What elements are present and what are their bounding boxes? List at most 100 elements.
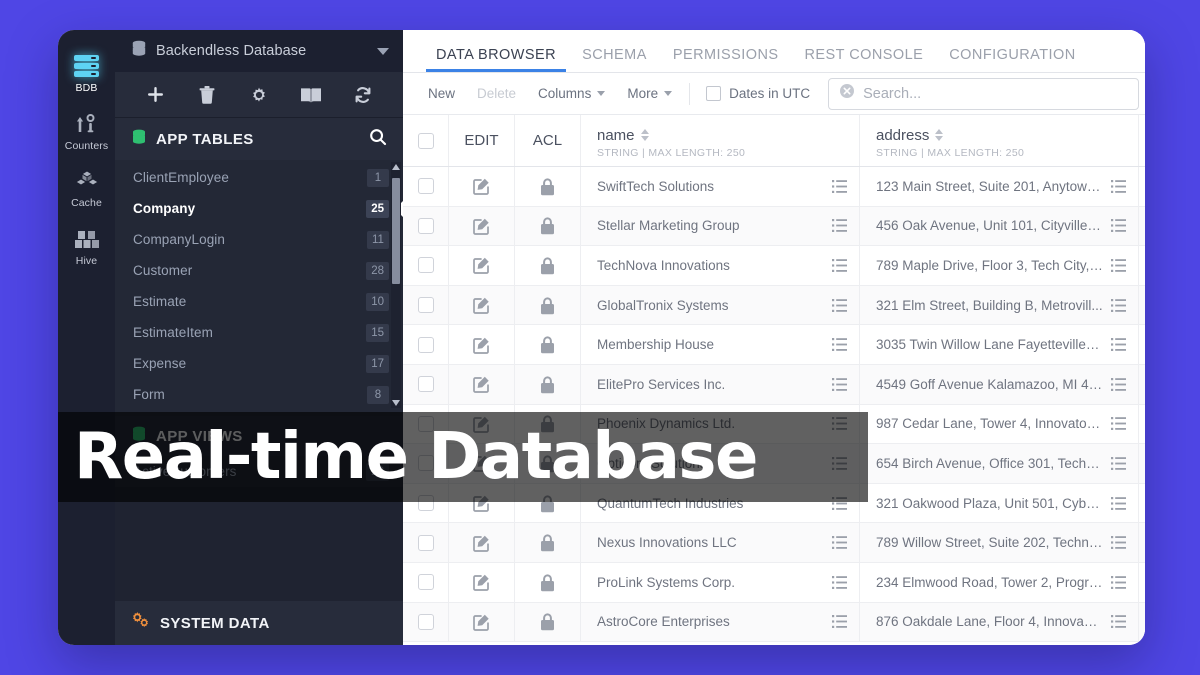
expand-cell-icon[interactable]	[1111, 258, 1126, 273]
dates-in-utc-toggle[interactable]: Dates in UTC	[696, 79, 820, 109]
expand-cell-icon[interactable]	[832, 377, 847, 392]
row-edit-cell[interactable]	[449, 563, 515, 602]
cell-name[interactable]: GlobalTronix Systems	[581, 286, 860, 325]
table-row[interactable]: ElitePro Services Inc.4549 Goff Avenue K…	[403, 365, 1145, 405]
cell-name[interactable]: ElitePro Services Inc.	[581, 365, 860, 404]
row-checkbox[interactable]	[418, 574, 434, 590]
cell-address[interactable]: 234 Elmwood Road, Tower 2, Progre...	[860, 563, 1139, 602]
row-edit-cell[interactable]	[449, 365, 515, 404]
lock-icon[interactable]	[539, 177, 556, 196]
new-button[interactable]: New	[417, 79, 466, 109]
system-data-section[interactable]: SYSTEM DATA	[115, 601, 403, 645]
edit-icon[interactable]	[472, 612, 492, 632]
row-acl-cell[interactable]	[515, 286, 581, 325]
row-edit-cell[interactable]	[449, 603, 515, 642]
table-row[interactable]: SwiftTech Solutions123 Main Street, Suit…	[403, 167, 1145, 207]
expand-cell-icon[interactable]	[832, 298, 847, 313]
cell-address[interactable]: 789 Willow Street, Suite 202, Techno...	[860, 523, 1139, 562]
row-checkbox[interactable]	[418, 337, 434, 353]
expand-cell-icon[interactable]	[832, 575, 847, 590]
table-list-item[interactable]: CompanyLogin 11	[115, 224, 403, 255]
cell-address[interactable]: 321 Elm Street, Building B, Metrovill...	[860, 286, 1139, 325]
row-checkbox[interactable]	[418, 376, 434, 392]
tab-permissions[interactable]: PERMISSIONS	[660, 47, 792, 72]
cell-name[interactable]: Membership House	[581, 325, 860, 364]
cell-name[interactable]: Stellar Marketing Group	[581, 207, 860, 246]
row-acl-cell[interactable]	[515, 207, 581, 246]
delete-table-button[interactable]	[192, 80, 222, 110]
row-select-cell[interactable]	[403, 286, 449, 325]
expand-cell-icon[interactable]	[1111, 218, 1126, 233]
row-edit-cell[interactable]	[449, 325, 515, 364]
cell-name[interactable]: ProLink Systems Corp.	[581, 563, 860, 602]
row-edit-cell[interactable]	[449, 286, 515, 325]
cell-address[interactable]: 321 Oakwood Plaza, Unit 501, Cyber...	[860, 484, 1139, 523]
columns-dropdown[interactable]: Columns	[527, 79, 616, 109]
select-all-checkbox[interactable]	[418, 133, 434, 149]
edit-icon[interactable]	[472, 374, 492, 394]
select-all-cell[interactable]	[403, 115, 449, 166]
cell-address[interactable]: 3035 Twin Willow Lane Fayetteville, ...	[860, 325, 1139, 364]
add-table-button[interactable]	[140, 80, 170, 110]
rail-item-bdb[interactable]: BDB	[58, 44, 115, 102]
dates-in-utc-checkbox[interactable]	[706, 86, 721, 101]
edit-icon[interactable]	[472, 335, 492, 355]
row-select-cell[interactable]	[403, 563, 449, 602]
expand-cell-icon[interactable]	[832, 179, 847, 194]
edit-icon[interactable]	[472, 216, 492, 236]
expand-cell-icon[interactable]	[832, 218, 847, 233]
row-select-cell[interactable]	[403, 523, 449, 562]
row-checkbox[interactable]	[418, 218, 434, 234]
expand-cell-icon[interactable]	[832, 614, 847, 629]
row-checkbox[interactable]	[418, 178, 434, 194]
table-list-item[interactable]: Estimate 10	[115, 286, 403, 317]
cell-address[interactable]: 876 Oakdale Lane, Floor 4, Innovavill...	[860, 603, 1139, 642]
search-input[interactable]	[863, 86, 1128, 102]
expand-cell-icon[interactable]	[1111, 416, 1126, 431]
row-acl-cell[interactable]	[515, 603, 581, 642]
expand-cell-icon[interactable]	[1111, 614, 1126, 629]
edit-icon[interactable]	[472, 572, 492, 592]
row-acl-cell[interactable]	[515, 523, 581, 562]
chevron-down-icon[interactable]	[377, 48, 389, 55]
expand-cell-icon[interactable]	[832, 258, 847, 273]
table-list-item[interactable]: Company 25	[115, 193, 403, 224]
scroll-down-icon[interactable]	[392, 400, 400, 406]
delete-button[interactable]: Delete	[466, 79, 527, 109]
cell-address[interactable]: 654 Birch Avenue, Office 301, Techto...	[860, 444, 1139, 483]
search-box[interactable]	[828, 78, 1139, 110]
table-list-item[interactable]: EstimateItem 15	[115, 317, 403, 348]
edit-icon[interactable]	[472, 255, 492, 275]
tables-scrollbar[interactable]	[391, 162, 401, 408]
row-select-cell[interactable]	[403, 207, 449, 246]
scroll-up-icon[interactable]	[392, 164, 400, 170]
expand-cell-icon[interactable]	[1111, 377, 1126, 392]
lock-icon[interactable]	[539, 256, 556, 275]
scrollbar-thumb[interactable]	[392, 178, 400, 284]
row-checkbox[interactable]	[418, 535, 434, 551]
expand-cell-icon[interactable]	[1111, 535, 1126, 550]
expand-cell-icon[interactable]	[1111, 496, 1126, 511]
cell-address[interactable]: 789 Maple Drive, Floor 3, Tech City, ...	[860, 246, 1139, 285]
edit-icon[interactable]	[472, 176, 492, 196]
database-selector[interactable]: Backendless Database	[115, 30, 403, 72]
search-icon[interactable]	[369, 128, 387, 151]
table-row[interactable]: GlobalTronix Systems321 Elm Street, Buil…	[403, 286, 1145, 326]
cell-name[interactable]: Nexus Innovations LLC	[581, 523, 860, 562]
column-header-address[interactable]: address STRING | MAX LENGTH: 250	[860, 115, 1139, 166]
row-acl-cell[interactable]	[515, 167, 581, 206]
tab-rest-console[interactable]: REST CONSOLE	[792, 47, 937, 72]
row-checkbox[interactable]	[418, 297, 434, 313]
cell-name[interactable]: AstroCore Enterprises	[581, 603, 860, 642]
expand-cell-icon[interactable]	[1111, 337, 1126, 352]
lock-icon[interactable]	[539, 335, 556, 354]
row-select-cell[interactable]	[403, 167, 449, 206]
rail-item-counters[interactable]: Counters	[58, 102, 115, 160]
clear-circle-icon[interactable]	[839, 83, 855, 104]
expand-cell-icon[interactable]	[832, 337, 847, 352]
edit-icon[interactable]	[472, 295, 492, 315]
lock-icon[interactable]	[539, 533, 556, 552]
row-acl-cell[interactable]	[515, 325, 581, 364]
row-acl-cell[interactable]	[515, 246, 581, 285]
row-checkbox[interactable]	[418, 614, 434, 630]
